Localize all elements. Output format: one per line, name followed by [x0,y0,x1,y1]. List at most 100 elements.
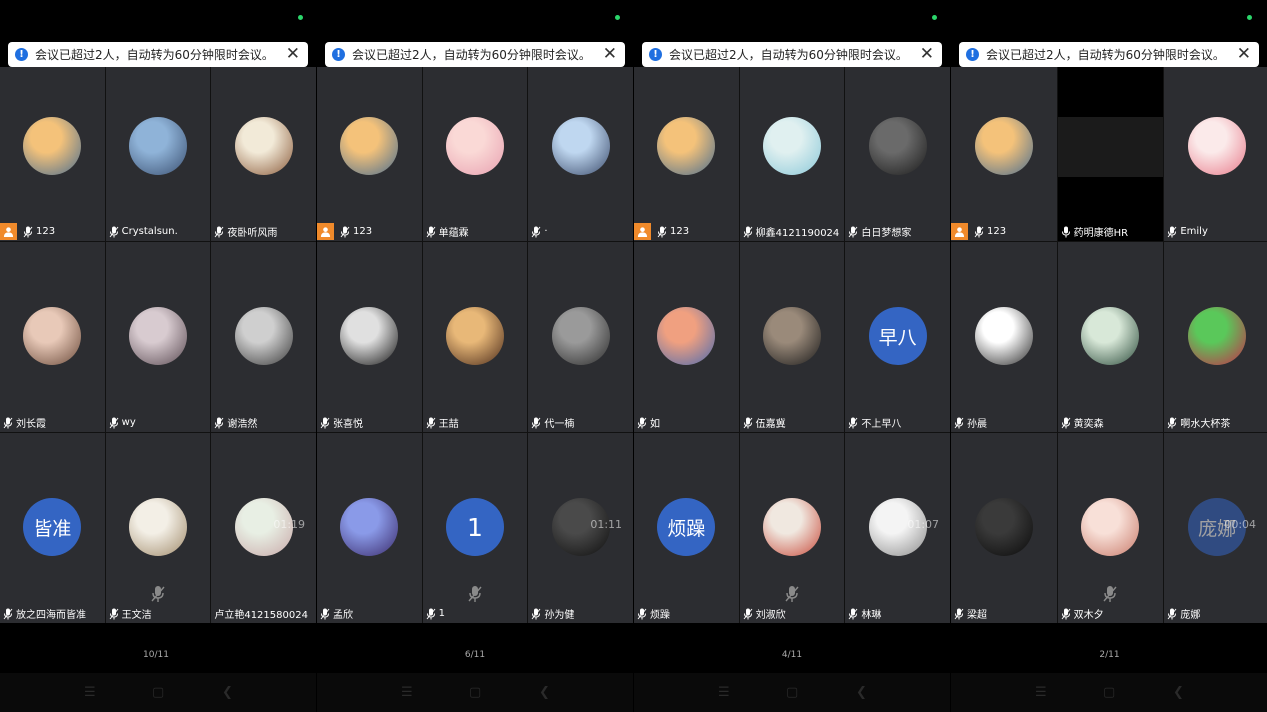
participant-tile[interactable]: 123 [0,67,105,241]
participant-name-bar: · [528,223,548,240]
participant-name: 孟欣 [333,610,353,621]
participant-name: 伍嘉冀 [755,419,786,430]
mic-muted-icon [214,417,224,429]
mic-muted-icon [23,226,33,238]
avatar [128,498,187,556]
participant-tile[interactable]: 孙晨 [951,242,1057,432]
participant-name: 王文洁 [121,610,152,621]
info-icon: ! [966,48,979,61]
participant-name-bar: 黄奕森 [1058,414,1104,431]
avatar: 皆准 [23,498,82,556]
close-icon[interactable]: ✕ [1237,46,1251,63]
participant-tile[interactable]: 刘长霞 [0,242,105,432]
mic-muted-icon [109,226,119,238]
participant-tile[interactable]: 黄奕森 [1057,242,1164,432]
time-limit-banner: ! 会议已超过2人，自动转为60分钟限时会议。 ✕ [8,42,308,67]
participant-tile[interactable]: 如 [634,242,739,432]
menu-icon[interactable]: ☰ [1035,685,1047,700]
participant-name-bar: 伍嘉冀 [740,414,786,431]
close-icon[interactable]: ✕ [286,46,300,63]
home-icon[interactable]: ▢ [469,685,481,700]
participant-tile[interactable]: Crystalsun. [105,67,211,241]
back-icon[interactable]: ❮ [856,685,867,700]
participant-tile[interactable]: 代一楠 [528,242,633,432]
participant-tile[interactable]: 123 [951,67,1057,241]
participant-tile[interactable]: 白日梦想家 [845,67,950,241]
mic-muted-icon [974,226,984,238]
participant-tile[interactable]: wy [105,242,211,432]
home-icon[interactable]: ▢ [786,685,798,700]
meeting-panel: ! 会议已超过2人，自动转为60分钟限时会议。 ✕ 123 药明康德HR Emily 孙晨 黄… [951,0,1267,712]
participant-tile[interactable]: 早八 不上早八 [845,242,950,432]
avatar [762,498,821,556]
participant-tile[interactable]: 伍嘉冀 [739,242,845,432]
participant-tile[interactable]: 123 [634,67,739,241]
participant-tile[interactable]: Emily [1164,67,1267,241]
participant-tile[interactable]: 123 [317,67,422,241]
close-icon[interactable]: ✕ [920,46,934,63]
mic-muted-icon [426,226,436,238]
participant-tile[interactable]: 王喆 [422,242,528,432]
home-icon[interactable]: ▢ [152,685,164,700]
participant-tile[interactable]: 庞娜 00:04 庞娜 [1164,433,1267,623]
mic-muted-icon [426,608,436,620]
participant-name: 孙晨 [967,419,987,430]
participant-name-bar: 123 [951,223,1006,240]
back-icon[interactable]: ❮ [539,685,550,700]
mic-muted-icon [657,226,667,238]
participant-tile[interactable]: 01:11 孙为健 [528,433,633,623]
mic-muted-icon [340,226,350,238]
talk-timer: 01:07 [907,518,940,531]
participant-tile[interactable]: 药明康德HR [1057,67,1164,241]
menu-icon[interactable]: ☰ [84,685,96,700]
participant-tile[interactable]: 张喜悦 [317,242,422,432]
avatar [128,307,187,365]
avatar [234,117,293,175]
participant-tile[interactable]: 双木夕 [1057,433,1164,623]
system-nav-bar: ☰ ▢ ❮ [0,673,316,712]
menu-icon[interactable]: ☰ [401,685,413,700]
meeting-panel: ! 会议已超过2人，自动转为60分钟限时会议。 ✕ 123 单蕴霖 · 张喜悦 王喆 代一楠 孟欣… [317,0,633,712]
participant-name: 单蕴霖 [438,228,469,239]
mic-muted-icon [1061,417,1071,429]
participant-name-bar: 123 [0,223,55,240]
menu-icon[interactable]: ☰ [718,685,730,700]
avatar: 烦躁 [657,498,716,556]
page-indicator: 2/11 [1099,650,1120,660]
participant-name-bar: 孟欣 [317,605,353,622]
participant-name: 白日梦想家 [861,228,912,239]
participant-tile[interactable]: 柳鑫4121190024 [739,67,845,241]
participant-tile[interactable]: 烦躁 烦躁 [634,433,739,623]
home-icon[interactable]: ▢ [1103,685,1115,700]
participant-tile[interactable]: 孟欣 [317,433,422,623]
participant-name-bar: 不上早八 [845,414,901,431]
participant-tile[interactable]: 刘淑欣 [739,433,845,623]
back-icon[interactable]: ❮ [1173,685,1184,700]
participant-tile[interactable]: 夜卧听风雨 [211,67,316,241]
participant-name-bar: 王喆 [423,414,459,431]
participant-tile[interactable]: 单蕴霖 [422,67,528,241]
camera-indicator-icon [932,15,937,20]
participant-tile[interactable]: 11 [422,433,528,623]
participant-name-bar: 卢立艳4121580024 [211,605,308,622]
participant-name: 1 [438,608,446,619]
participant-tile[interactable]: 梁超 [951,433,1057,623]
participant-name-bar: 庞娜 [1164,605,1200,622]
participant-name: 张喜悦 [333,419,363,430]
participant-tile[interactable]: 01:19 卢立艳4121580024 [211,433,316,623]
mic-muted-icon [954,608,964,620]
back-icon[interactable]: ❮ [222,685,233,700]
participant-tile[interactable]: · [528,67,633,241]
participant-tile[interactable]: 皆准 放之四海而皆准 [0,433,105,623]
participant-name: 林琳 [861,610,882,621]
participant-tile[interactable]: 01:07 林琳 [845,433,950,623]
participant-name-bar: 柳鑫4121190024 [740,223,839,240]
participant-tile[interactable]: 谢浩然 [211,242,316,432]
participant-name: 双木夕 [1073,610,1104,621]
time-limit-banner: ! 会议已超过2人，自动转为60分钟限时会议。 ✕ [642,42,942,67]
close-icon[interactable]: ✕ [603,46,617,63]
participant-tile[interactable]: 啊水大杯茶 [1164,242,1267,432]
participant-tile[interactable]: 王文洁 [105,433,211,623]
participant-name: 卢立艳4121580024 [214,610,308,621]
participant-name: 刘淑欣 [755,610,786,621]
